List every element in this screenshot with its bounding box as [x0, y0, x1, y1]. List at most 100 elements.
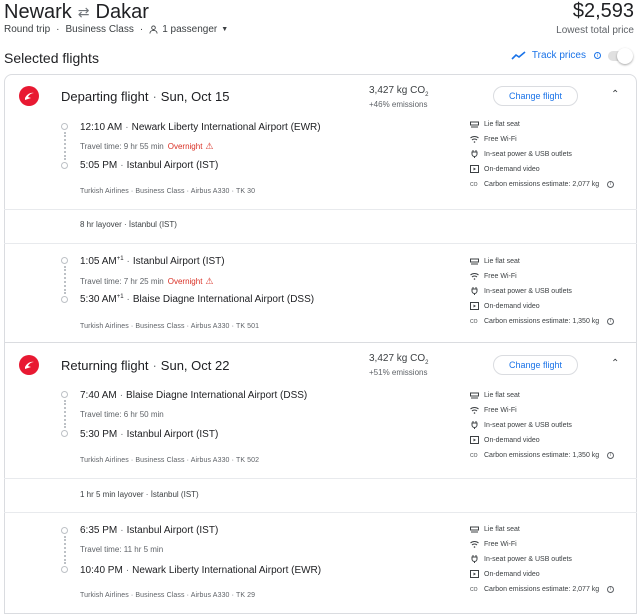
swap-arrows-icon: ⇄ [77, 3, 90, 20]
collapse-chevron-icon[interactable]: ⌃ [611, 89, 619, 100]
flight-details: Turkish Airlines · Business Class · Airb… [80, 457, 260, 464]
amenities-list: Lie flat seat Free Wi-Fi In-seat power &… [470, 118, 615, 190]
amenity-wifi: Free Wi-Fi [470, 270, 614, 282]
amenity-power: In-seat power & USB outlets [470, 285, 614, 297]
departure-dot [61, 257, 68, 264]
seat-icon [470, 392, 479, 399]
amenity-video: On-demand video [470, 300, 614, 312]
travel-time: Travel time: 6 hr 50 min [80, 410, 164, 419]
departing-date: Sun, Oct 15 [160, 89, 230, 104]
segment-arrival: 5:30 AM+1 · Blaise Diagne International Ai… [80, 294, 315, 305]
video-icon [470, 165, 479, 173]
layover-info: 1 hr 5 min layover · İstanbul (IST) [80, 490, 199, 499]
video-icon [470, 570, 479, 578]
plug-icon [471, 555, 478, 563]
wifi-icon [470, 541, 479, 548]
trip-summary: Round trip · Business Class · 1 passenge… [4, 24, 229, 35]
amenities-list: Lie flat seat Free Wi-Fi In-seat power &… [470, 255, 615, 327]
arrival-dot [61, 566, 68, 573]
trip-type: Round trip [4, 24, 51, 35]
info-icon: i [607, 585, 615, 593]
wifi-icon [470, 273, 479, 280]
flight-details: Turkish Airlines · Business Class · Airb… [80, 188, 256, 195]
travel-time: Travel time: 11 hr 5 min [80, 545, 164, 554]
amenity-video: On-demand video [470, 568, 614, 580]
arrival-dot [61, 296, 68, 303]
route-line [64, 400, 66, 428]
video-icon [470, 302, 479, 310]
amenity-video: On-demand video [470, 434, 614, 446]
amenity-wifi: Free Wi-Fi [470, 404, 614, 416]
route-title: Newark ⇄ Dakar [4, 0, 149, 24]
layover-info: 8 hr layover · İstanbul (IST) [80, 220, 177, 229]
info-icon: i [607, 451, 615, 459]
amenity-wifi: Free Wi-Fi [470, 133, 614, 145]
video-icon [470, 436, 479, 444]
wifi-icon [470, 136, 479, 143]
info-icon: i [594, 52, 601, 59]
amenity-power: In-seat power & USB outlets [470, 553, 614, 565]
travel-time: Travel time: 7 hr 25 min Overnight ⚠ [80, 276, 214, 286]
svg-text:CO: CO [470, 587, 478, 593]
amenity-lie-flat: Lie flat seat [470, 523, 614, 535]
divider [4, 512, 637, 513]
trend-icon [511, 50, 526, 60]
plug-icon [471, 287, 478, 295]
origin-city: Newark [4, 0, 72, 23]
turkish-airlines-logo [19, 355, 39, 375]
cabin-class: Business Class [65, 24, 134, 35]
route-line [64, 536, 66, 564]
amenity-power: In-seat power & USB outlets [470, 419, 614, 431]
change-returning-flight-button[interactable]: Change flight [493, 355, 578, 375]
amenity-video: On-demand video [470, 163, 614, 175]
divider [4, 243, 637, 244]
price-label: Lowest total price [556, 25, 634, 36]
seat-icon [470, 526, 479, 533]
returning-flight-heading: Returning flight · Sun, Oct 22 [61, 358, 230, 373]
amenities-list: Lie flat seat Free Wi-Fi In-seat power &… [470, 523, 615, 595]
info-icon: i [607, 180, 615, 188]
passenger-selector[interactable]: 1 passenger ▼ [149, 24, 228, 35]
returning-emissions: +51% emissions [369, 368, 428, 377]
departing-flight-heading: Departing flight · Sun, Oct 15 [61, 89, 230, 104]
track-prices-toggle[interactable]: Track prices i [511, 47, 633, 64]
person-icon [149, 25, 158, 34]
travel-time: Travel time: 9 hr 55 min Overnight ⚠ [80, 141, 214, 151]
amenity-wifi: Free Wi-Fi [470, 538, 614, 550]
total-price: $2,593 [572, 0, 634, 22]
route-line [64, 266, 66, 294]
amenity-carbon: CO Carbon emissions estimate: 2,077 kg i [470, 583, 615, 595]
divider [4, 209, 637, 210]
collapse-chevron-icon[interactable]: ⌃ [611, 358, 619, 369]
passenger-count: 1 passenger [162, 24, 218, 35]
seat-icon [470, 121, 479, 128]
co2-icon: CO [470, 319, 478, 325]
amenity-carbon: CO Carbon emissions estimate: 2,077 kg i [470, 178, 615, 190]
segment-departure: 1:05 AM+1 · Istanbul Airport (IST) [80, 256, 225, 267]
segment-departure: 12:10 AM · Newark Liberty International Ai… [80, 122, 321, 133]
divider [4, 478, 637, 479]
route-line [64, 132, 66, 160]
turkish-airlines-logo [19, 86, 39, 106]
plug-icon [471, 421, 478, 429]
departure-dot [61, 123, 68, 130]
warning-icon: ⚠ [205, 141, 214, 151]
returning-co2: 3,427 kg CO2 [369, 353, 429, 366]
segment-departure: 6:35 PM · Istanbul Airport (IST) [80, 525, 219, 536]
flight-details: Turkish Airlines · Business Class · Airb… [80, 592, 256, 599]
track-prices-switch[interactable] [608, 47, 633, 64]
amenity-lie-flat: Lie flat seat [470, 118, 614, 130]
track-prices-label: Track prices [531, 50, 586, 61]
segment-arrival: 5:30 PM · Istanbul Airport (IST) [80, 429, 219, 440]
departing-co2: 3,427 kg CO2 [369, 85, 429, 98]
change-departing-flight-button[interactable]: Change flight [493, 86, 578, 106]
seat-icon [470, 258, 479, 265]
arrival-dot [61, 162, 68, 169]
departing-emissions: +46% emissions [369, 100, 428, 109]
info-icon: i [607, 317, 615, 325]
co2-icon: CO [470, 182, 478, 188]
co2-icon: CO [470, 453, 478, 459]
flight-details: Turkish Airlines · Business Class · Airb… [80, 323, 260, 330]
amenity-power: In-seat power & USB outlets [470, 148, 614, 160]
amenities-list: Lie flat seat Free Wi-Fi In-seat power &… [470, 389, 615, 461]
